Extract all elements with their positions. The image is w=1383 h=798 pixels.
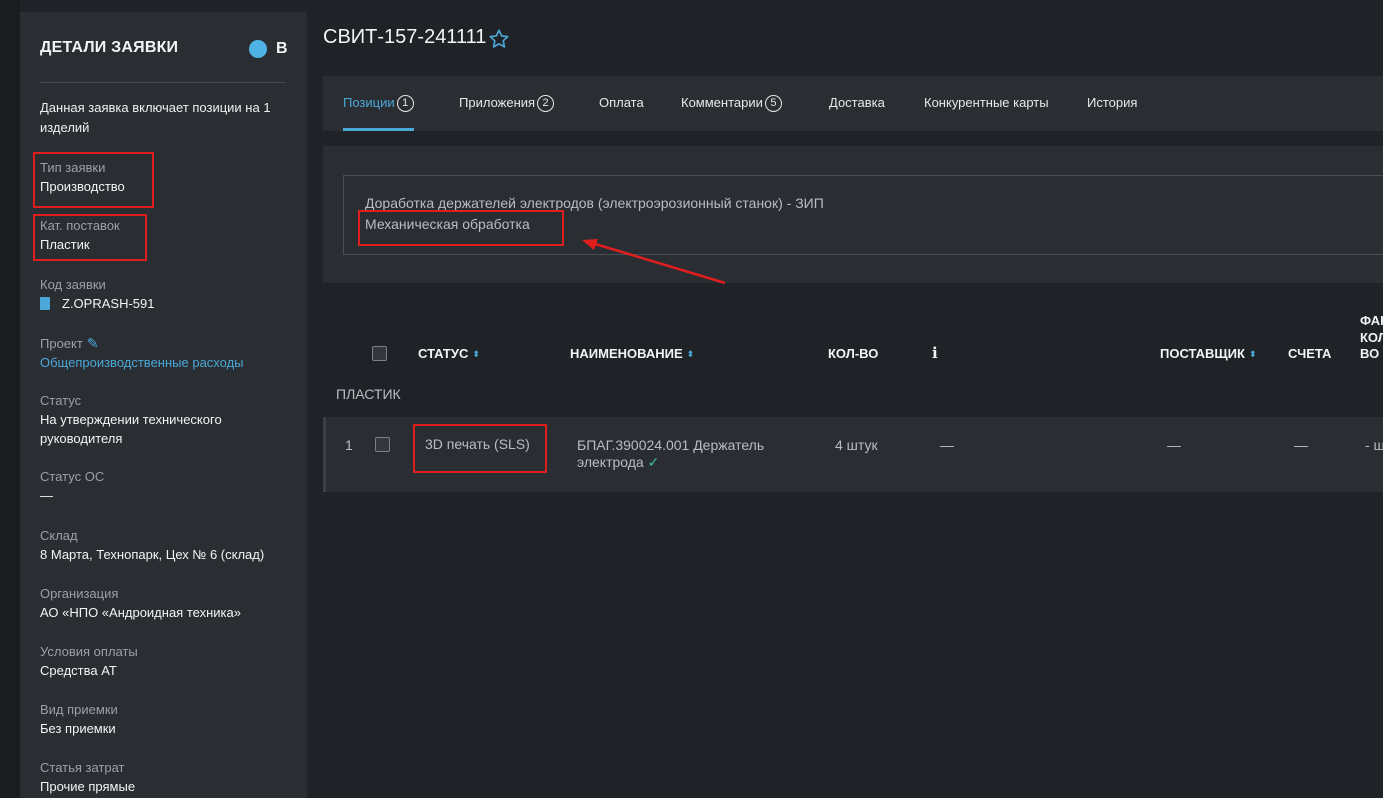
edit-pencil-icon[interactable]: ✎: [87, 335, 99, 351]
row-supplier: —: [1167, 437, 1181, 453]
tab-payment[interactable]: Оплата: [599, 76, 644, 131]
info-icon[interactable]: i: [932, 344, 938, 362]
column-header-qty: КОЛ-ВО: [828, 346, 879, 361]
sidebar-divider: [40, 82, 286, 83]
sort-icon[interactable]: ⬍: [472, 349, 480, 359]
tab-label: Доставка: [829, 95, 885, 110]
column-header-fact-qty: КОЛ: [1360, 330, 1383, 345]
select-all-checkbox[interactable]: [372, 346, 387, 361]
favorite-star-icon[interactable]: [488, 28, 510, 50]
column-header-fact: ФАК: [1360, 313, 1383, 328]
field-label: Статья затрат: [40, 760, 125, 775]
tabs-bar: Позиции 1 Приложения 2 Оплата Комментарии 5…: [323, 76, 1383, 131]
tab-competitive-maps[interactable]: Конкурентные карты: [924, 76, 1049, 131]
document-icon[interactable]: [40, 297, 50, 310]
tab-count-badge: 5: [764, 95, 782, 112]
field-value: Без приемки: [40, 721, 116, 736]
tab-label: Приложения: [459, 95, 536, 110]
field-status: Статус На утверждении технического руков…: [40, 392, 290, 448]
tab-label: Конкурентные карты: [924, 95, 1049, 110]
annotation-box-row-status: [413, 424, 547, 473]
row-name-text: электрода: [577, 454, 644, 470]
page-title: СВИТ-157-241111: [323, 26, 487, 48]
row-name-line1[interactable]: БПАГ.390024.001 Держатель: [577, 437, 764, 453]
field-label: Вид приемки: [40, 702, 118, 717]
field-acceptance-type: Вид приемки Без приемки: [40, 701, 290, 738]
column-header-name[interactable]: НАИМЕНОВАНИЕ ⬍: [570, 346, 694, 361]
sort-icon[interactable]: ⬍: [687, 349, 695, 359]
tab-delivery[interactable]: Доставка: [829, 76, 885, 131]
left-edge-strip: [0, 0, 20, 798]
field-label: Условия оплаты: [40, 644, 138, 659]
project-link[interactable]: Общепроизводственные расходы: [40, 353, 290, 372]
column-header-status[interactable]: СТАТУС ⬍: [418, 346, 480, 361]
column-header-label: СТАТУС: [418, 346, 469, 361]
column-header-invoices: СЧЕТА: [1288, 346, 1332, 361]
request-details-sidebar: ДЕТАЛИ ЗАЯВКИ В Данная заявка включает п…: [20, 12, 307, 798]
row-invoices: —: [1294, 437, 1308, 453]
tab-label: Позиции: [343, 95, 395, 110]
field-value: —: [40, 488, 53, 503]
tab-attachments[interactable]: Приложения 2: [459, 76, 555, 131]
status-dot-icon: [249, 40, 267, 58]
annotation-box-request-type: [33, 152, 154, 208]
field-warehouse: Склад 8 Марта, Технопарк, Цех № 6 (склад…: [40, 527, 290, 564]
tab-count-badge: 2: [537, 95, 555, 112]
field-os-status: Статус ОС —: [40, 468, 290, 505]
row-checkbox[interactable]: [375, 437, 390, 452]
field-value: Средства АТ: [40, 663, 117, 678]
row-fact: - ш: [1365, 437, 1383, 453]
row-name-line2[interactable]: электрода ✓: [577, 454, 659, 471]
field-value: АО «НПО «Андроидная техника»: [40, 605, 241, 620]
request-code-value: Z.OPRASH-591: [62, 296, 155, 311]
row-info: —: [940, 437, 954, 453]
tab-label: Оплата: [599, 95, 644, 110]
field-label: Проект: [40, 336, 83, 351]
tab-comments[interactable]: Комментарии 5: [681, 76, 782, 131]
status-letter: В: [276, 40, 288, 57]
annotation-box-processing-type: [358, 210, 564, 246]
description-text: Доработка держателей электродов (электро…: [365, 195, 824, 211]
column-header-fact-suffix: ВО: [1360, 346, 1380, 361]
row-number: 1: [345, 437, 353, 453]
tab-count-badge: 1: [396, 95, 414, 112]
tab-label: История: [1087, 95, 1138, 110]
group-label: ПЛАСТИК: [336, 386, 401, 402]
field-label-row: Проект ✎: [40, 334, 290, 353]
verified-check-icon: ✓: [647, 454, 660, 470]
sidebar-title: ДЕТАЛИ ЗАЯВКИ: [40, 39, 179, 56]
annotation-box-supply-category: [33, 214, 147, 261]
field-label: Статус: [40, 393, 82, 408]
tab-label: Комментарии: [681, 95, 763, 110]
field-request-code: Код заявки Z.OPRASH-591: [40, 276, 290, 313]
column-header-label: НАИМЕНОВАНИЕ: [570, 346, 683, 361]
field-organization: Организация АО «НПО «Андроидная техника»: [40, 585, 290, 622]
field-label: Организация: [40, 586, 119, 601]
field-label: Статус ОС: [40, 469, 105, 484]
column-header-label: ПОСТАВЩИК: [1160, 346, 1245, 361]
field-label: Код заявки: [40, 277, 106, 292]
column-header-supplier[interactable]: ПОСТАВЩИК ⬍: [1160, 346, 1257, 361]
tab-positions[interactable]: Позиции 1: [343, 76, 414, 131]
field-project: Проект ✎ Общепроизводственные расходы: [40, 334, 290, 372]
field-label: Склад: [40, 528, 78, 543]
tab-history[interactable]: История: [1087, 76, 1137, 131]
field-value: 8 Марта, Технопарк, Цех № 6 (склад): [40, 547, 265, 562]
field-cost-item: Статья затрат Прочие прямые: [40, 759, 290, 796]
field-payment-terms: Условия оплаты Средства АТ: [40, 643, 290, 680]
row-qty: 4 штук: [835, 437, 878, 453]
sort-icon[interactable]: ⬍: [1249, 349, 1257, 359]
sidebar-intro: Данная заявка включает позиции на 1 изде…: [40, 100, 271, 135]
annotation-arrow: [582, 239, 726, 285]
field-value: Прочие прямые: [40, 779, 136, 794]
field-value: На утверждении технического руководителя: [40, 412, 222, 446]
field-value-row: Z.OPRASH-591: [40, 294, 290, 313]
